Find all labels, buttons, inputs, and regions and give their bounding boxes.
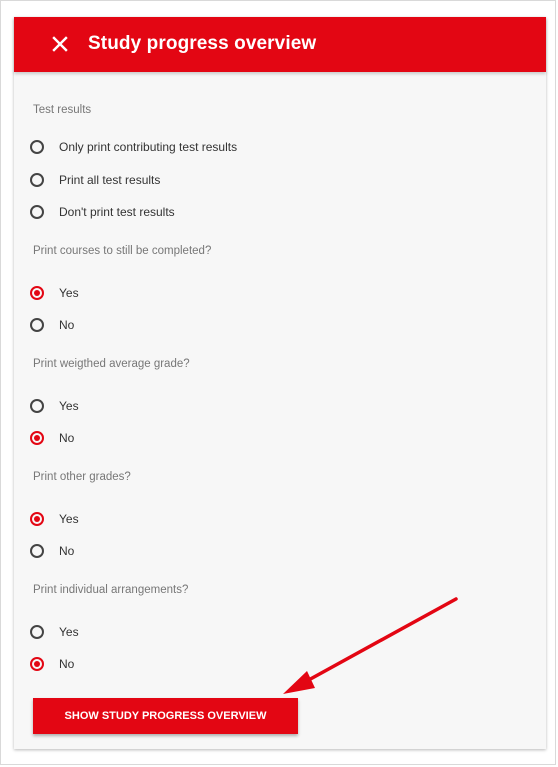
radio-weighted-average-no[interactable]: No: [30, 428, 74, 448]
dialog-header: Study progress overview: [14, 17, 546, 72]
section-label-print-weighted-average: Print weigthed average grade?: [33, 358, 190, 370]
radio-button[interactable]: [30, 544, 44, 558]
radio-label: No: [59, 318, 75, 332]
radio-button[interactable]: [30, 318, 44, 332]
radio-button-selected[interactable]: [30, 512, 44, 526]
radio-individual-arrangements-yes[interactable]: Yes: [30, 622, 79, 642]
radio-button[interactable]: [30, 140, 44, 154]
radio-button-selected[interactable]: [30, 286, 44, 300]
radio-label: Don't print test results: [59, 205, 175, 219]
radio-print-all-test-results[interactable]: Print all test results: [30, 170, 160, 190]
radio-button[interactable]: [30, 399, 44, 413]
section-label-test-results: Test results: [33, 104, 92, 116]
radio-print-courses-no[interactable]: No: [30, 315, 74, 335]
radio-label: No: [59, 657, 75, 671]
close-icon[interactable]: [50, 34, 70, 54]
radio-only-contributing-test-results[interactable]: Only print contributing test results: [30, 137, 237, 157]
radio-label: No: [59, 431, 75, 445]
radio-individual-arrangements-no[interactable]: No: [30, 654, 74, 674]
radio-button-selected[interactable]: [30, 431, 44, 445]
radio-button-selected[interactable]: [30, 657, 44, 671]
radio-label: Only print contributing test results: [59, 140, 238, 154]
radio-dont-print-test-results[interactable]: Don't print test results: [30, 202, 175, 222]
radio-label: Yes: [59, 286, 79, 300]
radio-print-courses-yes[interactable]: Yes: [30, 283, 79, 303]
section-label-print-other-grades: Print other grades?: [33, 471, 131, 483]
radio-other-grades-yes[interactable]: Yes: [30, 509, 79, 529]
radio-label: Print all test results: [59, 173, 161, 187]
radio-label: Yes: [59, 625, 79, 639]
radio-button[interactable]: [30, 205, 44, 219]
section-label-print-individual-arrangements: Print individual arrangements?: [33, 584, 189, 596]
radio-label: No: [59, 544, 75, 558]
show-study-progress-overview-button[interactable]: SHOW STUDY PROGRESS OVERVIEW: [33, 698, 298, 734]
radio-weighted-average-yes[interactable]: Yes: [30, 396, 79, 416]
radio-other-grades-no[interactable]: No: [30, 541, 74, 561]
radio-label: Yes: [59, 512, 79, 526]
dialog-title: Study progress overview: [88, 33, 317, 54]
study-progress-panel: [14, 17, 546, 749]
radio-button[interactable]: [30, 173, 44, 187]
radio-button[interactable]: [30, 625, 44, 639]
radio-label: Yes: [59, 399, 79, 413]
section-label-print-courses: Print courses to still be completed?: [33, 245, 212, 257]
